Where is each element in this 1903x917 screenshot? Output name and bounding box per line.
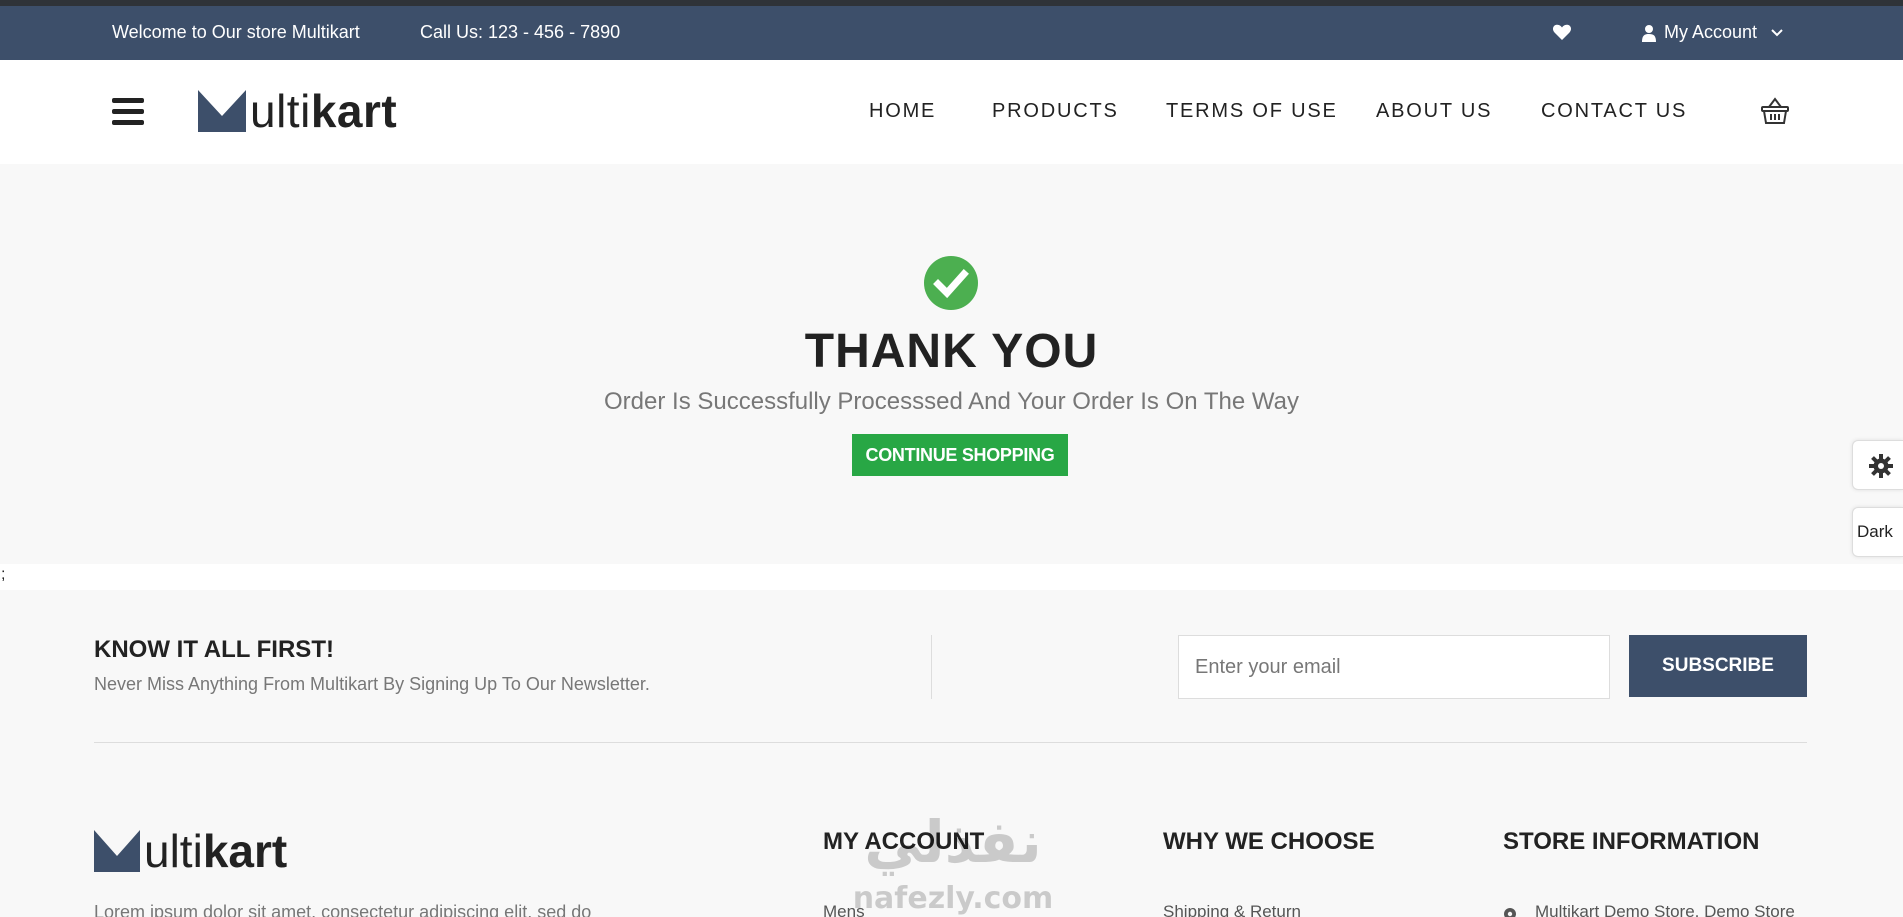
svg-text:nafezly.com: nafezly.com (853, 881, 1054, 916)
footer-link-shipping-return[interactable]: Shipping & Return (1163, 902, 1301, 917)
gear-icon (1869, 454, 1893, 478)
chevron-down-icon (1771, 28, 1783, 37)
check-circle-icon (924, 256, 978, 310)
dark-mode-toggle[interactable]: Dark (1852, 507, 1903, 557)
svg-text:نفذلي: نفذلي (864, 808, 1041, 876)
main-header: ultikart HOME PRODUCTS TERMS OF USE ABOU… (0, 60, 1903, 164)
my-account-menu[interactable]: My Account (1642, 22, 1783, 43)
nav-about-us[interactable]: ABOUT US (1376, 100, 1492, 123)
logo-m-mark (198, 90, 246, 132)
map-pin-icon (1504, 908, 1516, 917)
footer-col-store-information-title: STORE INFORMATION (1503, 828, 1760, 855)
user-icon (1642, 24, 1656, 42)
stray-text: ; (1, 566, 6, 583)
nav-products[interactable]: PRODUCTS (992, 100, 1119, 123)
thank-you-section: THANK YOU Order Is Successfully Processs… (0, 164, 1903, 564)
nav-contact-us[interactable]: CONTACT US (1541, 100, 1687, 123)
newsletter-divider (931, 635, 932, 699)
site-logo[interactable]: ultikart (198, 85, 398, 137)
store-address-text: Multikart Demo Store, Demo Store (1535, 902, 1795, 917)
footer-logo[interactable]: ultikart (94, 825, 288, 877)
wishlist-heart-icon[interactable] (1552, 22, 1572, 42)
nav-home[interactable]: HOME (869, 100, 936, 123)
welcome-text: Welcome to Our store Multikart (112, 22, 360, 42)
top-bar: Welcome to Our store Multikart Call Us: … (0, 6, 1903, 60)
footer-about-text: Lorem ipsum dolor sit amet, consectetur … (94, 902, 592, 917)
section-divider-band (0, 564, 1903, 590)
continue-shopping-button[interactable]: CONTINUE SHOPPING (852, 434, 1068, 476)
newsletter-title: KNOW IT ALL FIRST! (94, 636, 334, 663)
footer-divider (94, 742, 1807, 743)
footer-logo-text: ultikart (144, 825, 288, 877)
order-status-text: Order Is Successfully Processsed And You… (604, 388, 1299, 415)
call-us-text: Call Us: 123 - 456 - 7890 (420, 22, 621, 42)
nav-terms-of-use[interactable]: TERMS OF USE (1166, 100, 1338, 123)
my-account-label: My Account (1664, 22, 1758, 42)
settings-panel-toggle[interactable] (1852, 440, 1903, 490)
hamburger-menu-icon[interactable] (112, 98, 144, 126)
footer-logo-m-mark (94, 830, 140, 872)
footer-col-why-we-choose-title: WHY WE CHOOSE (1163, 828, 1375, 855)
thank-you-title: THANK YOU (804, 325, 1099, 378)
nafezly-watermark: نفذلي nafezly.com (853, 808, 1054, 916)
newsletter-subtitle: Never Miss Anything From Multikart By Si… (94, 674, 650, 694)
subscribe-button[interactable]: SUBSCRIBE (1629, 635, 1807, 697)
email-input[interactable] (1178, 635, 1610, 699)
cart-basket-icon[interactable] (1760, 96, 1790, 126)
logo-text: ultikart (250, 85, 398, 137)
